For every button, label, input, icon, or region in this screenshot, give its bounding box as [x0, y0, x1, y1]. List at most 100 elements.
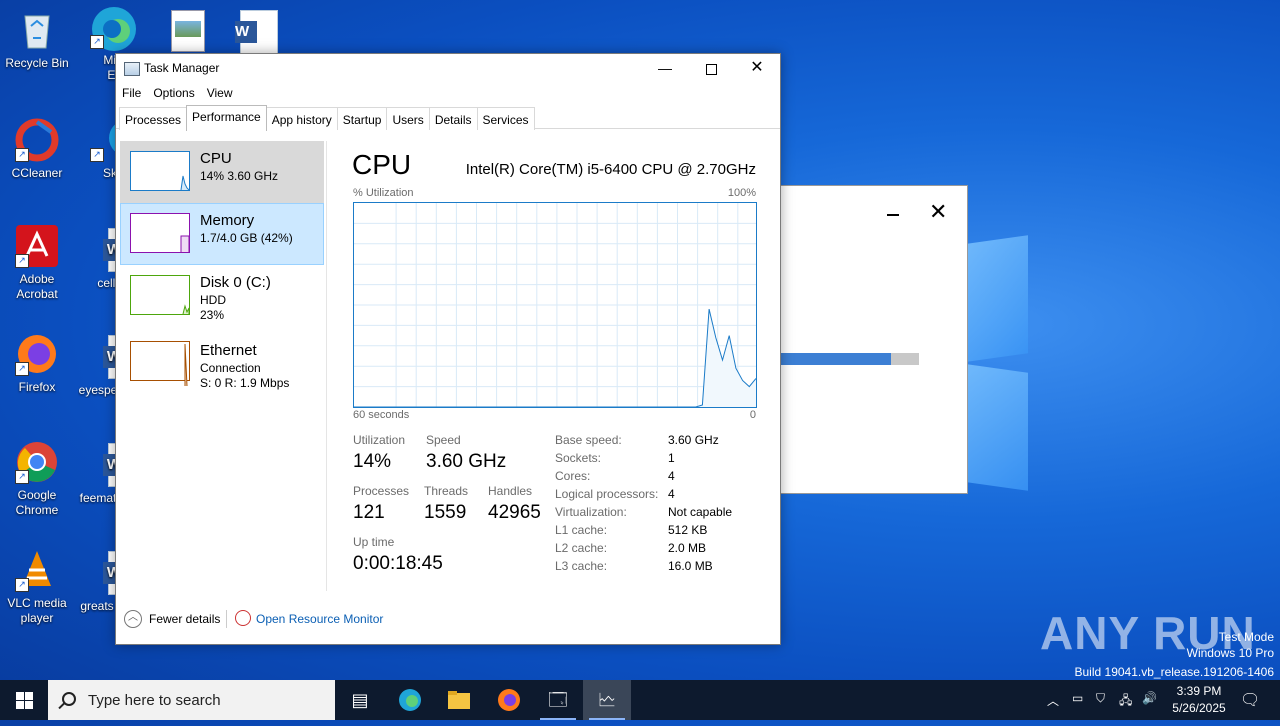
system-clock[interactable]: 3:39 PM 5/26/2025	[1160, 683, 1238, 717]
chevron-up-icon[interactable]: ︿	[124, 610, 142, 628]
tab-details[interactable]: Details	[428, 107, 478, 130]
spec-value: 1	[668, 451, 675, 465]
close-icon: ✕	[750, 59, 764, 76]
processes-label: Processes	[353, 484, 410, 498]
tab-services[interactable]: Services	[476, 107, 535, 130]
taskbar-search-box[interactable]: Type here to search	[48, 680, 335, 720]
speed-label: Speed	[426, 433, 461, 447]
speed-value: 3.60 GHz	[426, 451, 507, 472]
start-button[interactable]	[0, 680, 48, 720]
acrobat-icon: ↗	[15, 224, 59, 268]
pane-divider[interactable]	[326, 141, 327, 591]
taskbar: Type here to search ▤ 🗔 🗠 ︿ ▭ ⛉ 🖧 🔊 3:39…	[0, 680, 1280, 720]
title-bar[interactable]: Task Manager — ✕	[116, 54, 780, 82]
close-icon[interactable]: ✕	[929, 200, 947, 224]
tablet-icon[interactable]: ▭	[1072, 691, 1083, 705]
tab-performance[interactable]: Performance	[186, 105, 267, 131]
graph-x-right-label: 0	[749, 409, 756, 421]
resource-cpu[interactable]: CPU 14% 3.60 GHz	[120, 141, 324, 203]
firefox-icon: ↗	[15, 332, 59, 376]
progress-bar	[779, 353, 919, 365]
resource-value: 1.7/4.0 GB (42%)	[200, 231, 293, 245]
desktop-icon-vlc[interactable]: ↗ VLC media player	[1, 548, 73, 626]
resource-value: 14% 3.60 GHz	[200, 169, 279, 183]
handles-label: Handles	[488, 484, 533, 498]
tab-processes[interactable]: Processes	[119, 107, 188, 130]
taskbar-task-manager[interactable]: 🗠	[583, 680, 631, 720]
taskbar-file-explorer[interactable]	[435, 680, 483, 720]
menu-view[interactable]: View	[201, 82, 239, 104]
background-dialog: ✕	[778, 185, 968, 494]
tab-startup[interactable]: Startup	[336, 107, 388, 130]
threads-value: 1559	[424, 502, 467, 523]
security-icon[interactable]: ⛉	[1096, 691, 1105, 706]
cpu-utilization-chart	[354, 203, 757, 408]
desktop-icon-google-chrome[interactable]: ↗ Google Chrome	[1, 440, 73, 518]
windows-logo-wallpaper	[960, 235, 1030, 495]
fewer-details-button[interactable]: Fewer details	[149, 612, 220, 626]
minimize-icon[interactable]	[887, 214, 899, 216]
desktop-icon-label: Adobe Acrobat	[16, 272, 58, 301]
cpu-thumbnail-graph	[130, 151, 190, 191]
desktop-icon-ccleaner[interactable]: ↗ CCleaner	[1, 118, 73, 181]
resource-type: Connection	[200, 361, 261, 375]
resource-monitor-icon	[235, 610, 251, 626]
chrome-icon: ↗	[15, 440, 59, 484]
tab-app-history[interactable]: App history	[265, 107, 338, 130]
resource-disk[interactable]: Disk 0 (C:) HDD 23%	[120, 265, 324, 327]
word-file-icon[interactable]	[235, 10, 278, 54]
maximize-button[interactable]	[688, 54, 734, 82]
notification-icon[interactable]: 🗨	[1240, 690, 1260, 710]
network-icon[interactable]: 🖧	[1119, 691, 1132, 712]
volume-icon[interactable]: 🔊	[1142, 691, 1157, 705]
resource-ethernet[interactable]: Ethernet Connection S: 0 R: 1.9 Mbps	[120, 327, 324, 393]
image-file-icon[interactable]	[171, 10, 205, 52]
maximize-icon	[705, 63, 717, 75]
search-placeholder: Type here to search	[88, 692, 221, 709]
taskbar-app[interactable]: 🗔	[534, 680, 582, 720]
desktop-icon-label: feemat	[79, 491, 117, 505]
resource-name: Memory	[200, 212, 255, 229]
menu-options[interactable]: Options	[147, 82, 200, 104]
tab-users[interactable]: Users	[386, 107, 430, 130]
desktop-icon-label: Google Chrome	[15, 488, 59, 517]
close-button[interactable]: ✕	[734, 54, 780, 82]
spec-label: L2 cache:	[555, 541, 608, 555]
resource-memory[interactable]: Memory 1.7/4.0 GB (42%)	[120, 203, 324, 265]
task-manager-icon	[124, 62, 140, 76]
desktop-icon-recycle-bin[interactable]: Recycle Bin	[1, 8, 73, 71]
desktop-icon-adobe-acrobat[interactable]: ↗ Adobe Acrobat	[1, 224, 73, 302]
detail-title: CPU	[352, 149, 412, 180]
uptime-value: 0:00:18:45	[353, 553, 443, 574]
task-manager-icon: 🗠	[597, 690, 617, 710]
resource-name: CPU	[200, 150, 232, 167]
utilization-area	[354, 309, 756, 407]
minimize-button[interactable]: —	[642, 54, 688, 82]
menu-file[interactable]: File	[116, 82, 147, 104]
menu-bar: File Options View	[116, 82, 780, 104]
desktop-icon-label: eyespe	[78, 383, 118, 397]
spec-value: 3.60 GHz	[668, 433, 719, 447]
test-mode-label: Test Mode	[1218, 630, 1274, 644]
clock-time: 3:39 PM	[1176, 684, 1222, 698]
taskbar-edge[interactable]	[386, 680, 434, 720]
resource-type: HDD	[200, 293, 226, 307]
spec-label: Cores:	[555, 469, 591, 483]
spec-label: Virtualization:	[555, 505, 627, 519]
chevron-up-icon[interactable]: ︿	[1047, 692, 1059, 709]
taskbar-firefox[interactable]	[485, 680, 533, 720]
app-icon: 🗔	[548, 690, 568, 710]
threads-label: Threads	[424, 484, 469, 498]
footer-bar: ︿ Fewer details Open Resource Monitor	[116, 598, 780, 644]
spec-value: 4	[668, 487, 675, 501]
open-resource-monitor-link[interactable]: Open Resource Monitor	[256, 612, 383, 626]
desktop-icon-firefox[interactable]: ↗ Firefox	[1, 332, 73, 395]
resource-value: S: 0 R: 1.9 Mbps	[200, 376, 290, 390]
task-view-button[interactable]: ▤	[336, 680, 384, 720]
clock-date: 5/26/2025	[1172, 701, 1226, 715]
utilization-value: 14%	[353, 451, 392, 472]
resource-list: CPU 14% 3.60 GHz Memory 1.7/4.0 GB (42%)…	[120, 141, 324, 591]
desktop-icon-label: CCleaner	[11, 166, 63, 180]
firefox-icon	[498, 689, 520, 711]
task-manager-window: Task Manager — ✕ File Options View Process…	[115, 53, 781, 645]
